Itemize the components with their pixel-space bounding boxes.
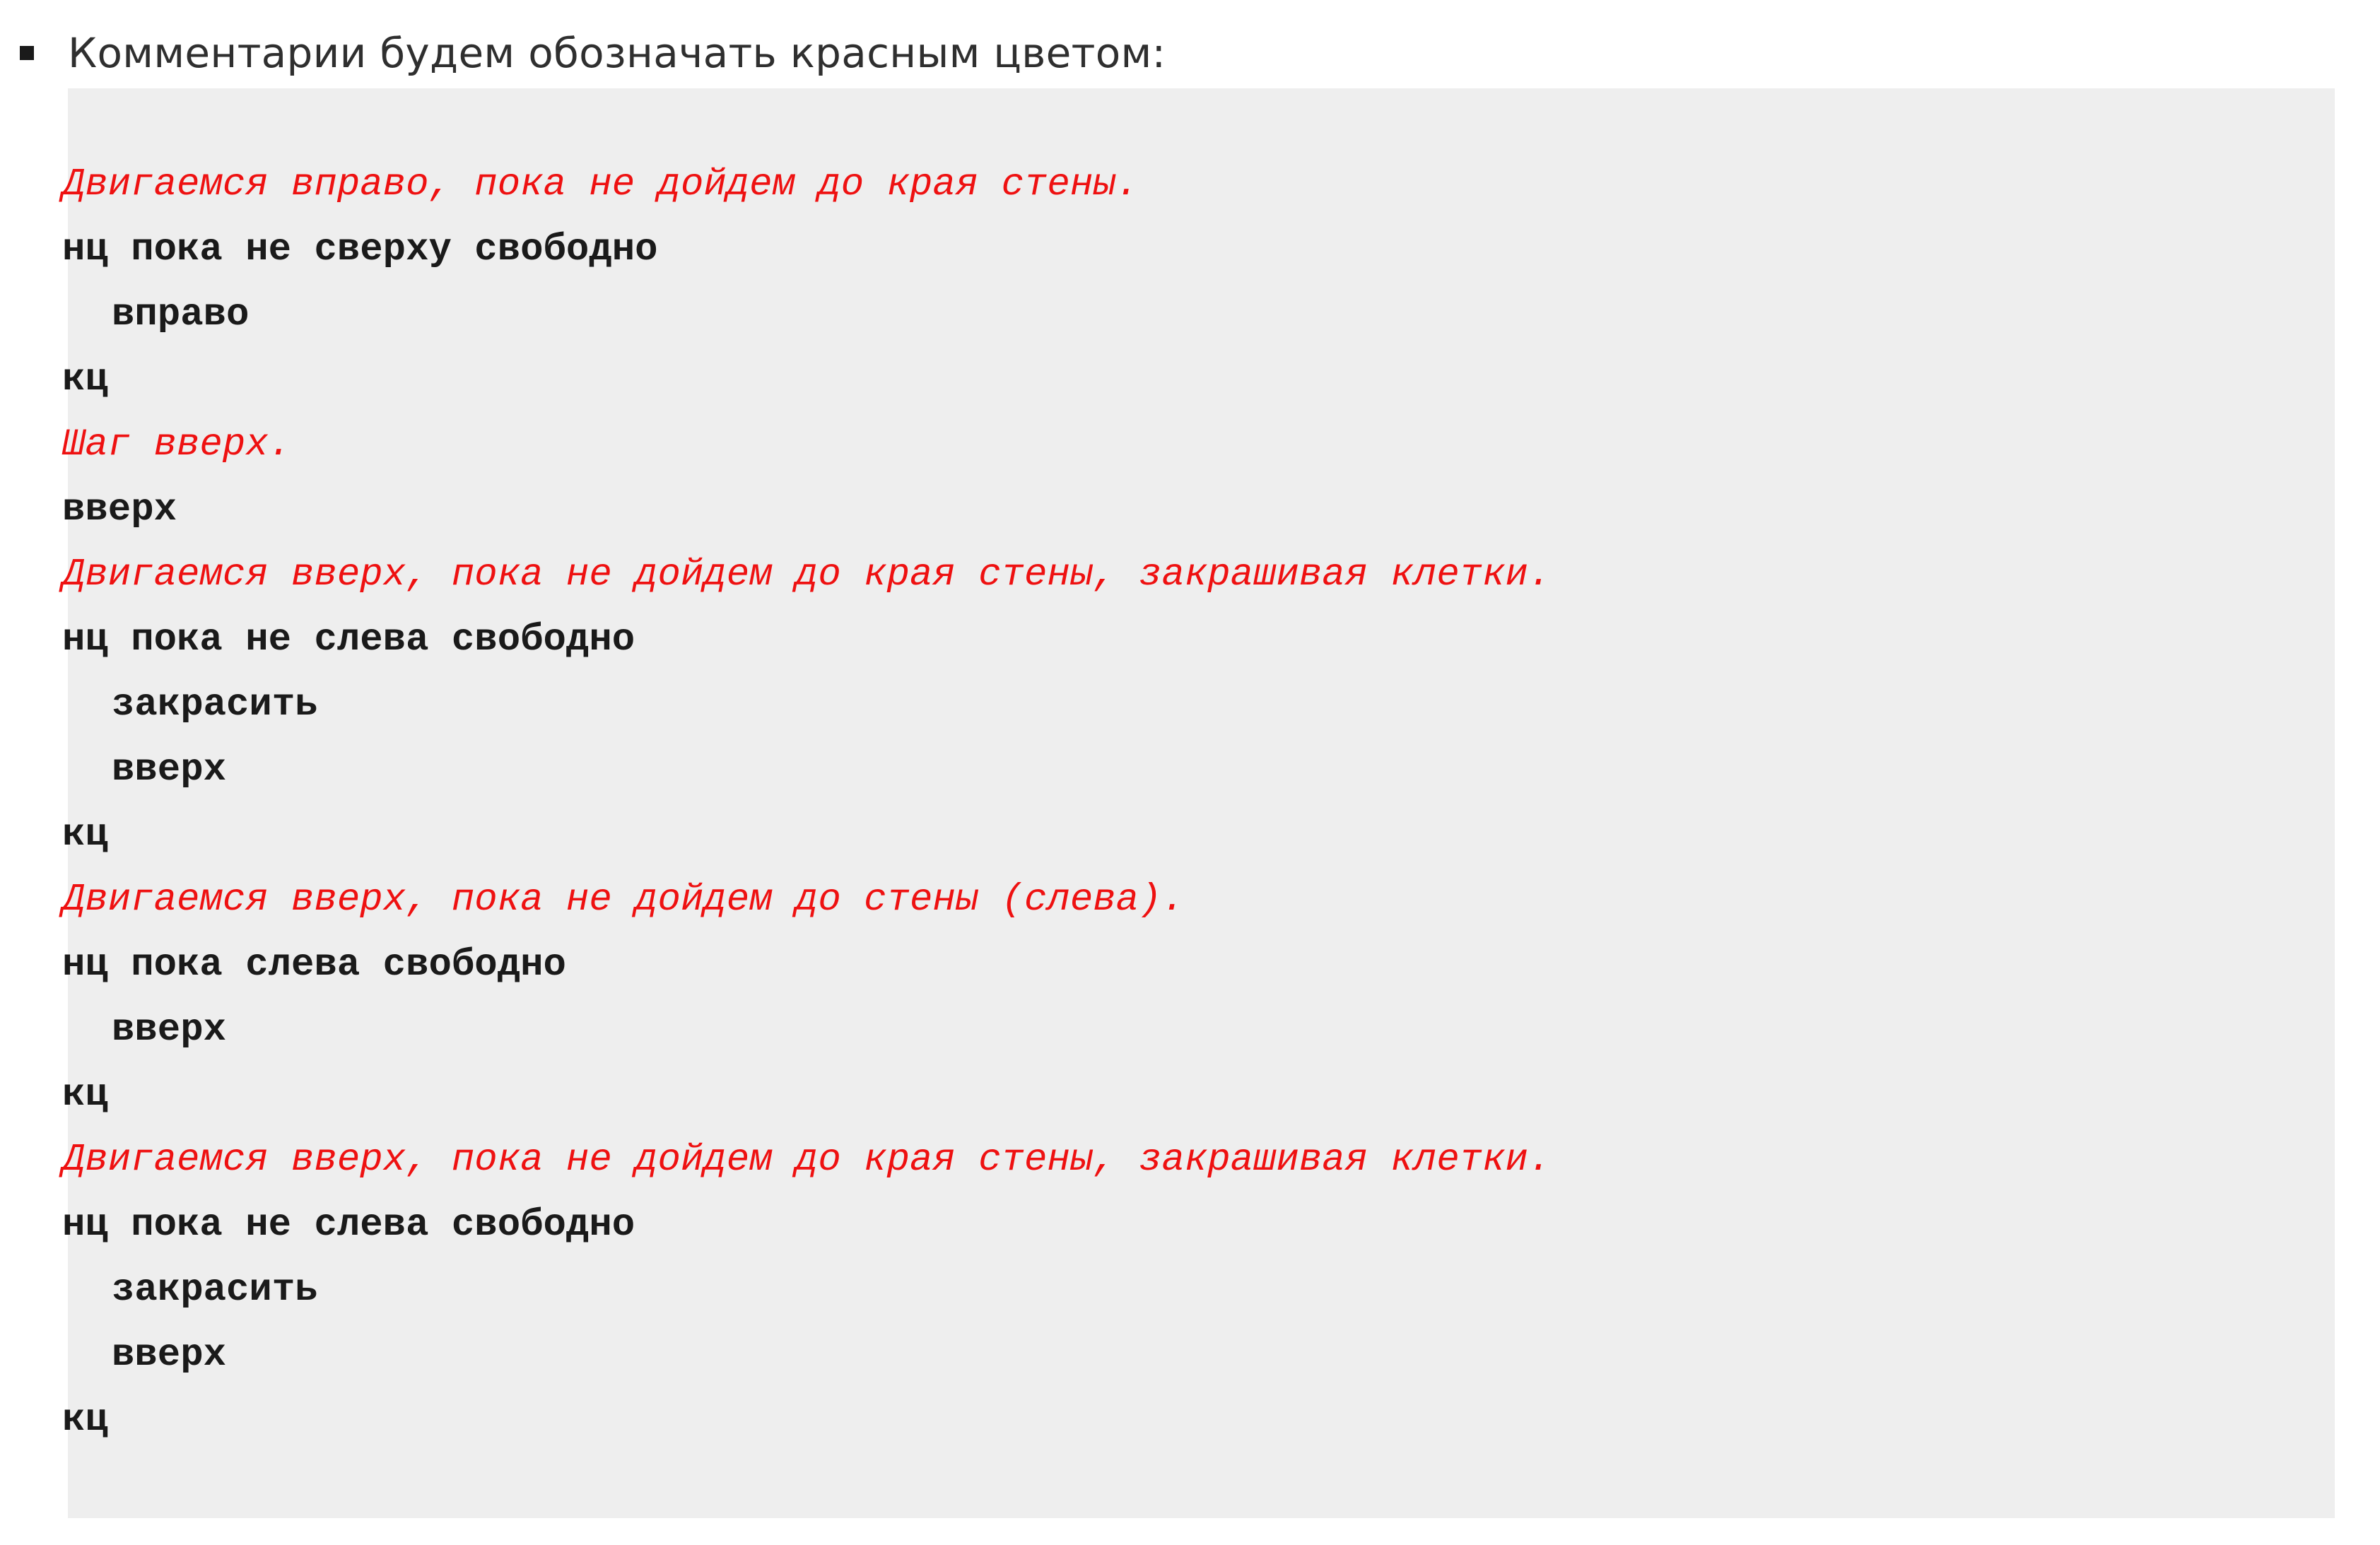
code-command-line: нц пока не слева свободно <box>62 1204 635 1247</box>
code-lines: Двигаемся вправо, пока не дойдем до края… <box>62 153 1551 1453</box>
code-command-line: закрасить <box>112 1269 318 1312</box>
code-command-line: кц <box>62 813 108 857</box>
code-command-line: вверх <box>112 1334 227 1377</box>
bullet-marker-icon <box>20 46 34 60</box>
code-command-line: нц пока слева свободно <box>62 944 566 987</box>
code-comment-line: Двигаемся вправо, пока не дойдем до края… <box>62 163 1139 206</box>
code-comment-line: Шаг вверх. <box>62 423 292 466</box>
code-comment-line: Двигаемся вверх, пока не дойдем до края … <box>62 553 1552 597</box>
code-command-line: кц <box>62 1074 108 1117</box>
code-command-line: закрасить <box>112 683 318 727</box>
code-command-line: вверх <box>112 1009 227 1052</box>
code-command-line: нц пока не сверху свободно <box>62 228 658 271</box>
code-comment-line: Двигаемся вверх, пока не дойдем до стены… <box>62 879 1185 922</box>
code-command-line: кц <box>62 1399 108 1442</box>
bullet-item: Комментарии будем обозначать красным цве… <box>20 14 1166 92</box>
code-command-line: вверх <box>112 748 227 792</box>
code-command-line: нц пока не слева свободно <box>62 618 635 662</box>
bullet-text: Комментарии будем обозначать красным цве… <box>68 29 1166 77</box>
code-command-line: вверх <box>62 488 177 531</box>
code-command-line: кц <box>62 358 108 401</box>
code-comment-line: Двигаемся вверх, пока не дойдем до края … <box>62 1139 1552 1182</box>
code-command-line: вправо <box>112 293 250 336</box>
